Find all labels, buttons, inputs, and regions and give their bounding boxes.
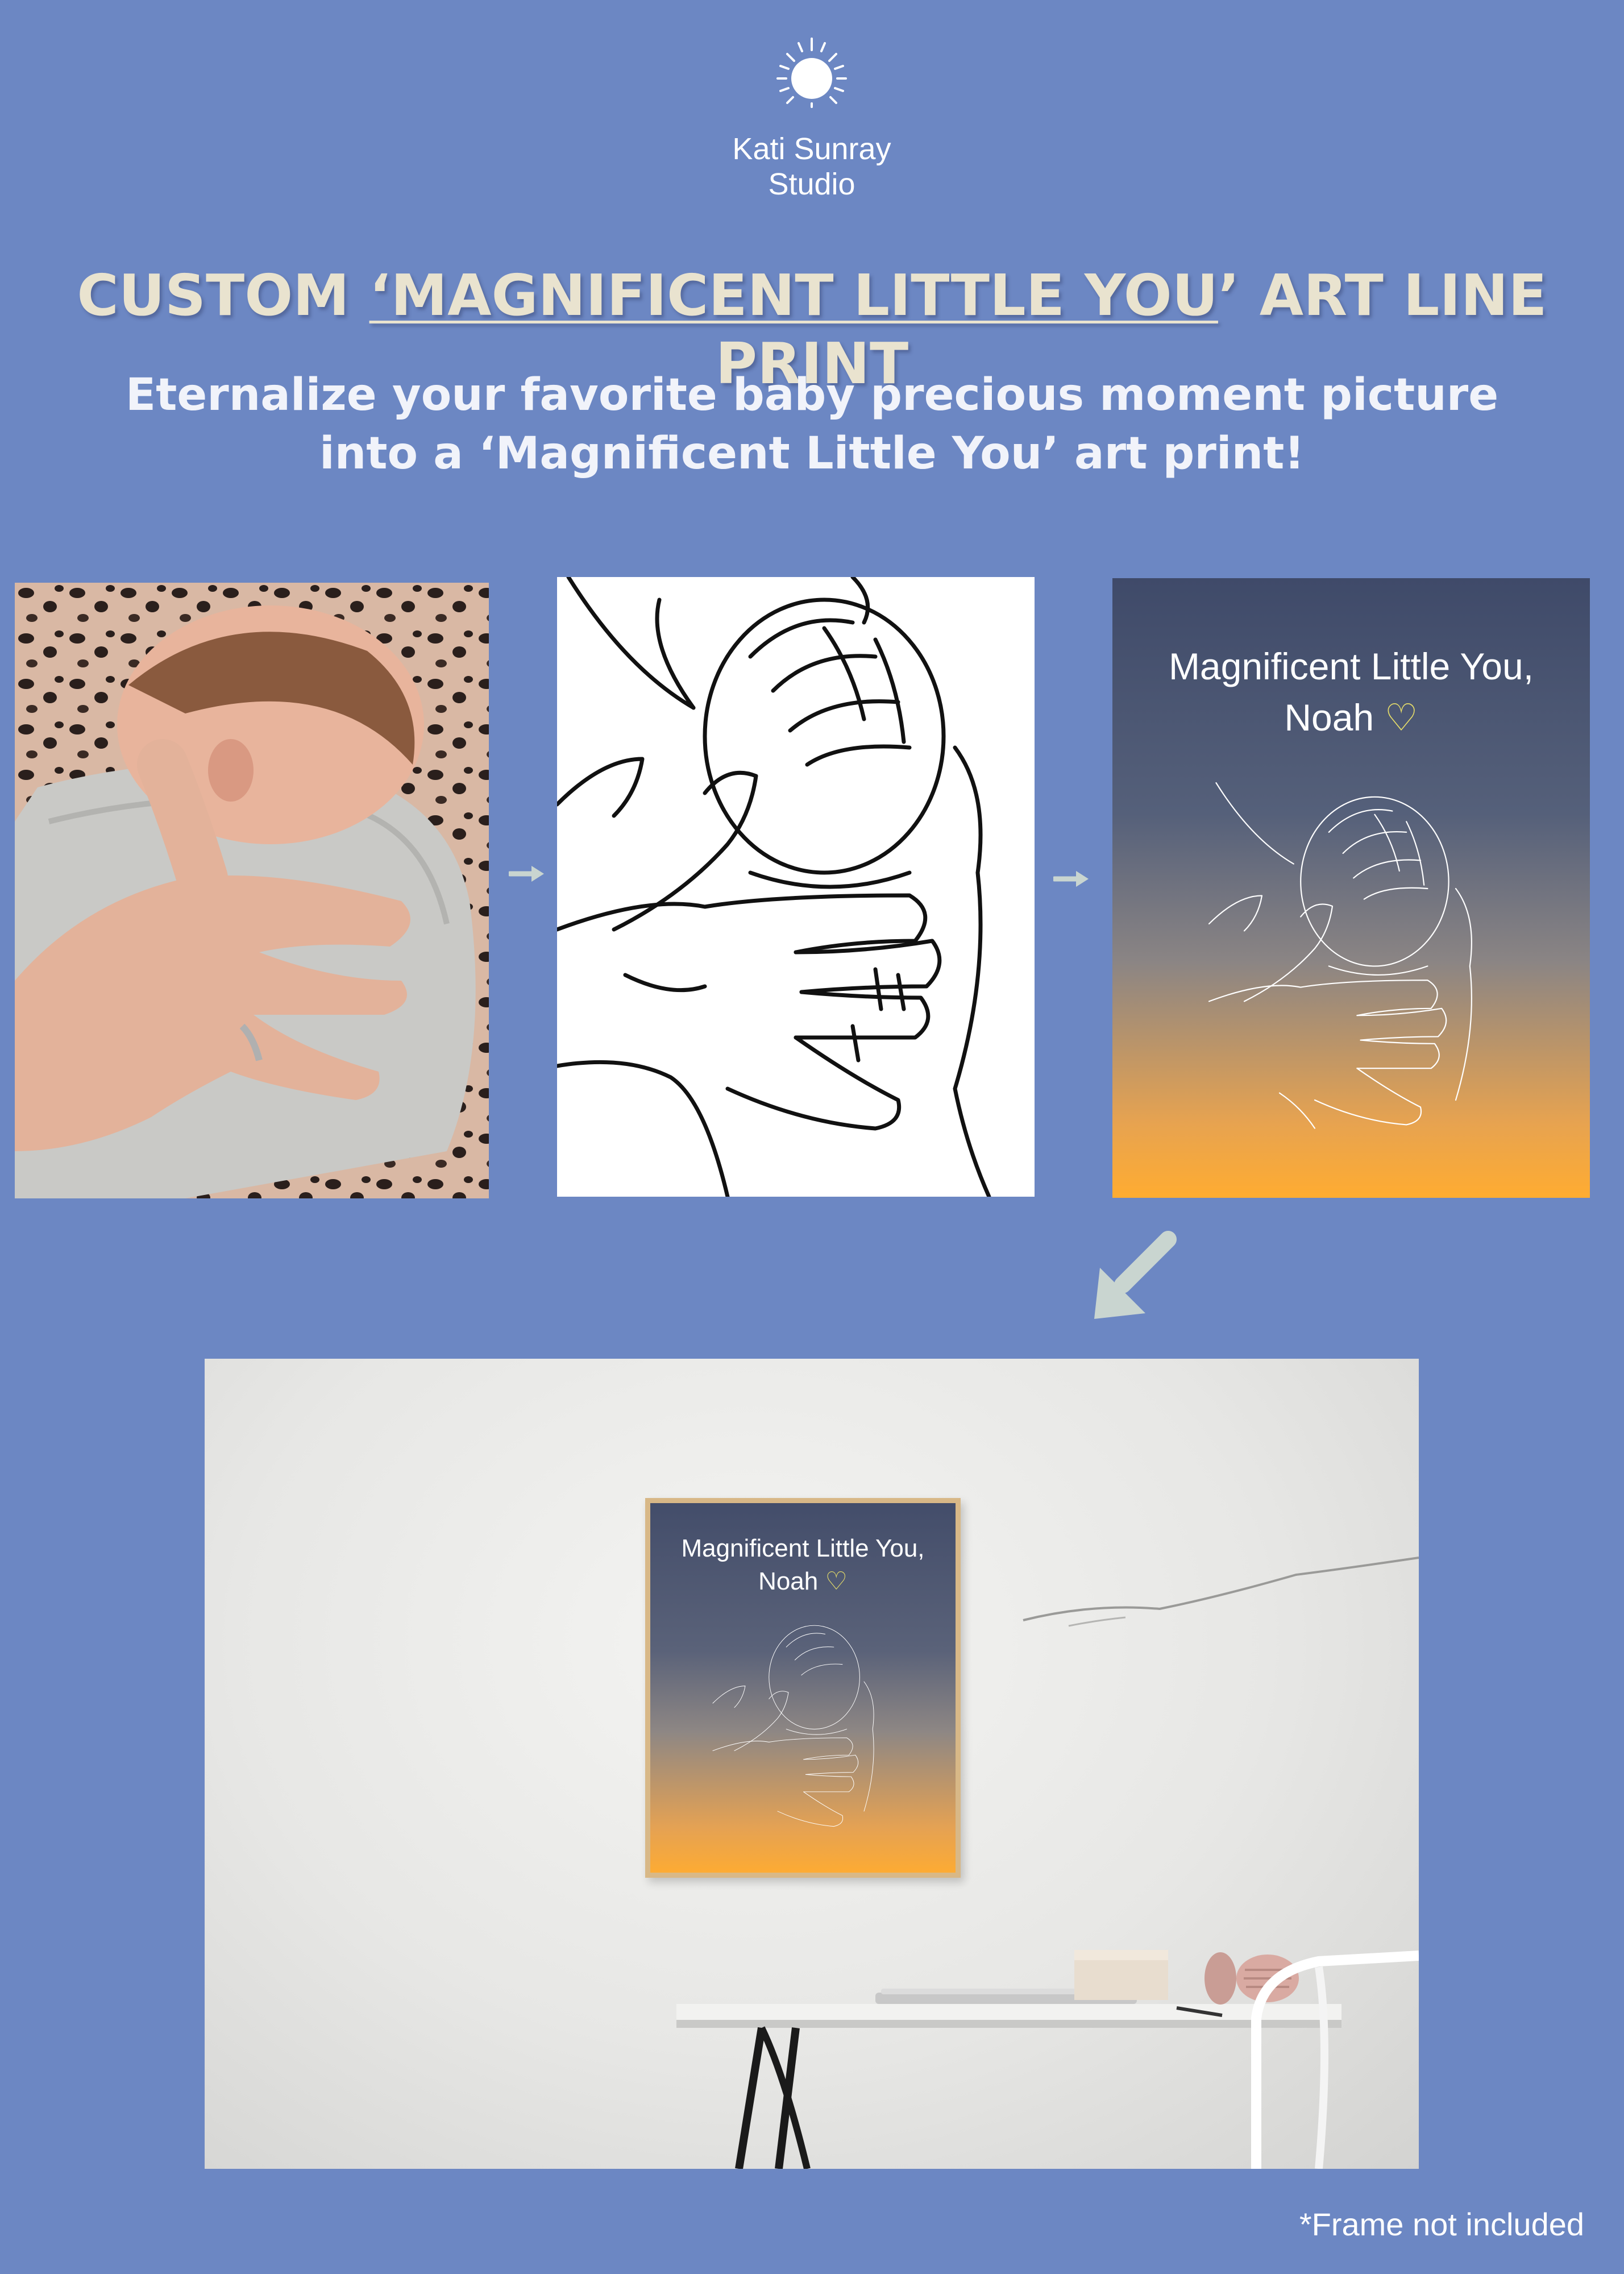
framed-print: Magnificent Little You, Noah ♡ (645, 1498, 961, 1878)
framed-print-artwork: Magnificent Little You, Noah ♡ (650, 1503, 956, 1873)
right-arrow-icon (507, 862, 549, 885)
frame-disclaimer: *Frame not included (1299, 2206, 1584, 2242)
original-baby-photo (15, 583, 489, 1198)
title-prefix: CUSTOM (77, 262, 369, 329)
right-arrow-icon (1052, 868, 1093, 890)
mockup-line-art (712, 1625, 874, 1827)
sun-icon (776, 38, 847, 108)
studio-logo: Kati Sunray Studio (732, 34, 891, 205)
line-art-illustration (1208, 782, 1472, 1129)
brand-name-line-2: Studio (768, 167, 855, 201)
room-mockup-photo: Magnificent Little You, Noah ♡ (205, 1359, 1419, 2169)
subtitle-line-2: into a ‘Magnificent Little You’ art prin… (319, 428, 1305, 479)
final-art-print: Magnificent Little You, Noah ♡ (1112, 578, 1590, 1198)
subtitle-line-1: Eternalize your favorite baby precious m… (125, 370, 1499, 421)
brand-name-line-1: Kati Sunray (732, 132, 891, 166)
down-left-arrow-icon (1089, 1228, 1179, 1325)
title-underlined: ‘MAGNIFICENT LITTLE YOU (369, 262, 1218, 329)
line-drawing-preview (557, 577, 1035, 1197)
